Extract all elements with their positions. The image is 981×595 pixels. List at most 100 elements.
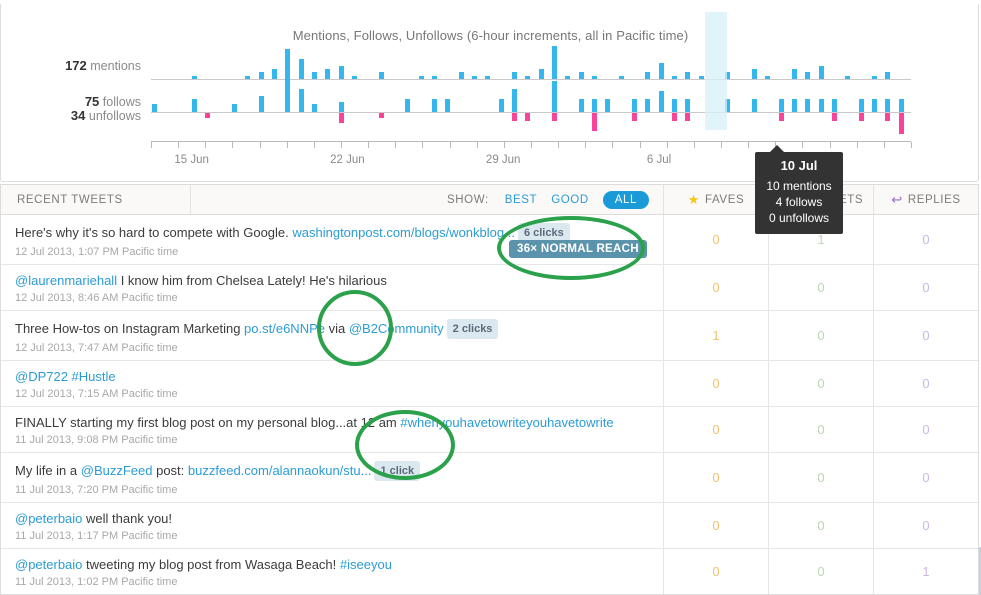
axis-tick [232, 142, 234, 148]
follows-bar [752, 99, 757, 112]
table-row[interactable]: @peterbaio tweeting my blog post from Wa… [1, 549, 978, 594]
clicks-badge[interactable]: 1 click [374, 461, 421, 481]
unfollows-bar [592, 113, 597, 132]
tweet-link[interactable]: @laurenmariehall [15, 273, 117, 288]
tweet-text-segment: My life in a [15, 463, 81, 478]
tooltip-follows: 4 follows [775, 195, 823, 209]
tweet-link[interactable]: @peterbaio [15, 511, 82, 526]
table-row[interactable]: Three How-tos on Instagram Marketing po.… [1, 311, 978, 361]
tweet-link[interactable]: buzzfeed.com/alannaokun/stu... [188, 463, 372, 478]
axis-tick [802, 142, 804, 148]
follows-bar [258, 96, 264, 112]
mentions-bar [325, 69, 331, 79]
follows-bar [872, 99, 877, 112]
follows-bar [832, 99, 837, 112]
filter-good[interactable]: GOOD [551, 194, 589, 206]
mentions-bar [352, 75, 357, 79]
replies-count: 0 [873, 503, 978, 548]
tweet-link[interactable]: po.st/e6NNPe [244, 321, 325, 336]
mentions-bar [192, 75, 197, 79]
retweets-count: 0 [768, 503, 873, 548]
chart-highlight-column[interactable] [705, 12, 728, 130]
axis-tick [286, 142, 288, 148]
faves-count: 0 [663, 453, 768, 502]
column-header-faves: ★ FAVES [663, 185, 768, 214]
axis-tick [693, 142, 695, 148]
follows-bar [645, 99, 651, 112]
follows-bar [578, 99, 584, 112]
follows-bar [552, 80, 557, 112]
follows-bar [818, 99, 824, 112]
tweet-timestamp: 11 Jul 2013, 9:08 PM Pacific time [15, 434, 178, 446]
axis-tick [313, 142, 315, 148]
table-row[interactable]: My life in a @BuzzFeed post: buzzfeed.co… [1, 453, 978, 503]
column-header-replies: ↩ REPLIES [873, 185, 978, 214]
follows-bar [792, 99, 797, 112]
follows-bar [658, 91, 664, 112]
filter-all[interactable]: ALL [602, 190, 649, 209]
mentions-bar [578, 72, 584, 79]
show-label: SHOW: [446, 193, 489, 206]
unfollows-bar [885, 113, 891, 121]
follows-bar [445, 99, 451, 112]
table-row[interactable]: FINALLY starting my first blog post on m… [1, 407, 978, 453]
tweet-timestamp: 12 Jul 2013, 7:47 AM Pacific time [15, 342, 178, 354]
follows-bar [512, 88, 517, 112]
tweet-text-segment: post: [152, 463, 188, 478]
axis-tick [558, 142, 560, 148]
mentions-bar [698, 75, 704, 79]
axis-tick [666, 142, 668, 148]
follows-bar [432, 99, 437, 112]
axis-tick [612, 142, 614, 148]
chart-plot-area[interactable] [151, 12, 911, 134]
mentions-bar [272, 69, 277, 79]
tweet-link[interactable]: @BuzzFeed [81, 463, 153, 478]
tooltip-date: 10 Jul [780, 158, 818, 173]
faves-count: 0 [663, 361, 768, 406]
tweet-link[interactable]: @DP722 #Hustle [15, 369, 116, 384]
mentions-total-text: mentions [90, 59, 141, 73]
tweet-link[interactable]: washingtonpost.com/blogs/wonkblog... [292, 225, 515, 240]
tweet-cell: Here's why it's so hard to compete with … [1, 215, 663, 264]
axis-tick [721, 142, 722, 148]
unfollows-total-value: 34 [70, 108, 86, 123]
unfollows-bar [672, 113, 677, 121]
tweet-link[interactable]: #iseeyou [340, 557, 392, 572]
table-row[interactable]: @laurenmariehall I know him from Chelsea… [1, 265, 978, 311]
retweets-count: 0 [768, 407, 873, 452]
retweets-count: 0 [768, 311, 873, 360]
clicks-badge[interactable]: 2 clicks [446, 319, 499, 339]
follows-bar [498, 99, 504, 112]
tweet-link[interactable]: #whenyouhavetowriteyouhavetowrite [400, 415, 613, 430]
mentions-bar [458, 72, 464, 79]
tweet-link[interactable]: @B2Community [349, 321, 444, 336]
replies-count: 0 [873, 311, 978, 360]
axis-tick [422, 142, 424, 148]
unfollows-bar [898, 113, 904, 134]
tweet-text-segment: FINALLY starting my first blog post on m… [15, 415, 401, 430]
axis-tick [531, 142, 532, 148]
replies-count: 0 [873, 407, 978, 452]
follows-bar [405, 99, 411, 112]
mentions-bar [312, 72, 317, 79]
follows-bar [885, 99, 891, 112]
retweets-count: 0 [768, 453, 873, 502]
mentions-bar [472, 75, 477, 79]
tweet-cell: @DP722 #Hustle 12 Jul 2013, 7:15 AM Pacif… [1, 361, 663, 406]
filter-best[interactable]: BEST [505, 194, 537, 206]
unfollows-bar [685, 113, 691, 121]
replies-count: 0 [873, 265, 978, 310]
tweet-link[interactable]: @peterbaio [15, 557, 82, 572]
mentions-total-label: 172 mentions [65, 59, 141, 74]
follows-total-value: 75 [84, 94, 100, 109]
table-row[interactable]: @DP722 #Hustle 12 Jul 2013, 7:15 AM Pacif… [1, 361, 978, 407]
tweet-text: @peterbaio tweeting my blog post from Wa… [15, 557, 653, 573]
follows-bar [685, 99, 691, 112]
reach-badge[interactable]: 36× NORMAL REACH [509, 240, 647, 258]
retweets-count: 0 [768, 361, 873, 406]
recent-tweets-table: RECENT TWEETS SHOW: BEST GOOD ALL ★ FAVE… [0, 184, 979, 595]
table-row[interactable]: @peterbaio well thank you! 11 Jul 2013, 1… [1, 503, 978, 549]
replies-count: 0 [873, 453, 978, 502]
chart-x-axis: 15 Jun22 Jun29 Jun6 Jul13 Jul [151, 141, 912, 166]
unfollows-bar [525, 113, 531, 121]
